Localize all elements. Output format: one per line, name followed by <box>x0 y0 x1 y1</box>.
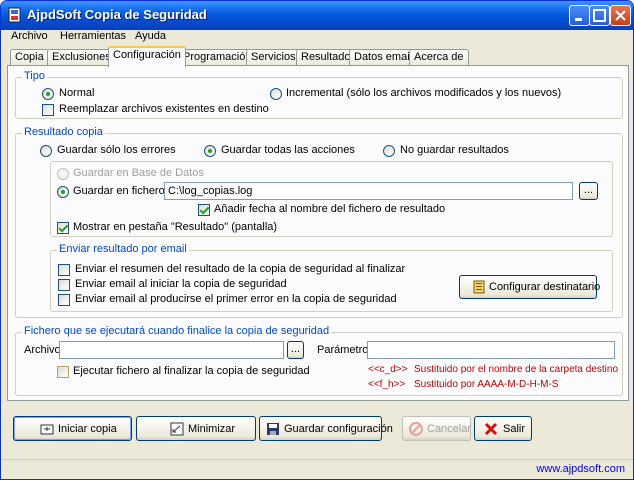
checkbox-ejecutar-fichero-label[interactable]: Ejecutar fichero al finalizar la copia d… <box>73 365 310 377</box>
salir-button[interactable]: Salir <box>474 416 532 441</box>
cancel-icon <box>409 421 423 436</box>
radio-no-guardar[interactable] <box>383 145 395 157</box>
checkbox-mostrar-resultado[interactable] <box>57 222 69 234</box>
title-bar[interactable]: AjpdSoft Copia de Seguridad <box>1 1 633 30</box>
tab-copia[interactable]: Copia <box>10 49 49 66</box>
radio-guardar-bd-label[interactable]: Guardar en Base de Datos <box>73 167 204 179</box>
window-title: AjpdSoft Copia de Seguridad <box>27 7 207 22</box>
salir-label: Salir <box>503 422 526 435</box>
save-disk-icon <box>267 422 279 435</box>
minimize-window-button[interactable] <box>569 5 590 26</box>
group-resultado-legend: Resultado copia <box>22 126 105 138</box>
checkbox-email-inicio-label[interactable]: Enviar email al iniciar la copia de segu… <box>75 278 287 290</box>
tab-configuracion[interactable]: Configuración <box>108 46 186 67</box>
maximize-icon <box>593 9 606 22</box>
close-icon <box>615 10 626 21</box>
exit-x-icon <box>484 422 498 435</box>
guardar-configuracion-label: Guardar configuración <box>284 422 393 435</box>
tab-programacion[interactable]: Programación <box>178 49 257 66</box>
group-tipo-legend: Tipo <box>22 70 47 82</box>
archivo-label: Archivo <box>24 344 61 356</box>
minimizar-label: Minimizar <box>188 422 236 435</box>
minimize-app-icon <box>170 422 184 435</box>
tab-exclusiones[interactable]: Exclusiones <box>47 49 116 66</box>
tab-acerca-de[interactable]: Acerca de <box>409 49 469 66</box>
checkbox-email-inicio[interactable] <box>58 279 70 291</box>
radio-no-guardar-label[interactable]: No guardar resultados <box>400 144 509 156</box>
hint-fh-text: Sustituido por AAAA-M-D-H-M-S <box>414 379 559 390</box>
close-window-button[interactable] <box>610 5 631 26</box>
checkbox-anadir-fecha-label[interactable]: Añadir fecha al nombre del fichero de re… <box>214 203 445 215</box>
log-file-path-input[interactable]: C:\log_copias.log <box>164 182 573 200</box>
config-panel: Tipo Normal Incremental (sólo los archiv… <box>7 65 629 401</box>
menu-archivo[interactable]: Archivo <box>11 30 48 42</box>
radio-guardar-errores-label[interactable]: Guardar sólo los errores <box>57 144 176 156</box>
minimize-icon <box>575 18 582 21</box>
group-resultado: Resultado copia Guardar sólo los errores… <box>15 126 623 318</box>
checkbox-reemplazar[interactable] <box>42 104 54 116</box>
tab-datos-email[interactable]: Datos email <box>349 49 418 66</box>
radio-guardar-errores[interactable] <box>40 145 52 157</box>
radio-normal-label[interactable]: Normal <box>59 87 94 99</box>
tab-servicios[interactable]: Servicios <box>246 49 301 66</box>
iniciar-copia-label: Iniciar copia <box>58 422 117 435</box>
guardar-configuracion-button[interactable]: Guardar configuración <box>259 416 393 441</box>
radio-normal[interactable] <box>42 88 54 100</box>
group-email-legend: Enviar resultado por email <box>57 243 189 255</box>
address-book-icon <box>473 280 485 294</box>
hint-cd-text: Sustituido por el nombre de la carpeta d… <box>414 364 619 375</box>
start-backup-icon <box>40 424 54 434</box>
menu-herramientas[interactable]: Herramientas <box>60 30 126 42</box>
archivo-input[interactable] <box>59 341 284 359</box>
group-fichero: Fichero que se ejecutará cuando finalice… <box>15 325 623 396</box>
checkbox-email-error[interactable] <box>58 294 70 306</box>
menu-ayuda[interactable]: Ayuda <box>135 30 166 42</box>
iniciar-copia-button[interactable]: Iniciar copia <box>13 416 132 441</box>
checkbox-email-resumen-label[interactable]: Enviar el resumen del resultado de la co… <box>75 263 405 275</box>
group-tipo: Tipo Normal Incremental (sólo los archiv… <box>15 70 623 119</box>
cancelar-button[interactable]: Cancelar <box>402 416 471 441</box>
group-fichero-legend: Fichero que se ejecutará cuando finalice… <box>22 325 332 337</box>
app-window: AjpdSoft Copia de Seguridad Archivo Herr… <box>0 0 634 480</box>
browse-archivo-button[interactable]: ... <box>287 341 304 359</box>
status-bar: www.ajpdsoft.com <box>1 459 633 479</box>
minimizar-button[interactable]: Minimizar <box>136 416 256 441</box>
radio-guardar-todas-label[interactable]: Guardar todas las acciones <box>221 144 355 156</box>
subgroup-email: Enviar resultado por email Enviar el res… <box>50 243 613 312</box>
radio-incremental-label[interactable]: Incremental (sólo los archivos modificad… <box>286 87 561 99</box>
hint-fh-key: <<f_h>> <box>368 379 406 390</box>
subgroup-save-target: Guardar en Base de Datos Guardar en fich… <box>50 161 613 237</box>
maximize-window-button[interactable] <box>589 5 610 26</box>
configurar-destinatario-label: Configurar destinatario <box>489 281 601 293</box>
parametros-label: Parámetros <box>317 344 374 356</box>
checkbox-email-error-label[interactable]: Enviar email al producirse el primer err… <box>75 293 397 305</box>
status-url-link[interactable]: www.ajpdsoft.com <box>536 463 625 475</box>
radio-guardar-bd[interactable] <box>57 168 69 180</box>
radio-incremental[interactable] <box>270 88 282 100</box>
parametros-input[interactable] <box>367 341 615 359</box>
radio-guardar-todas[interactable] <box>204 145 216 157</box>
checkbox-mostrar-resultado-label[interactable]: Mostrar en pestaña "Resultado" (pantalla… <box>73 221 277 233</box>
radio-guardar-fichero[interactable] <box>57 186 69 198</box>
hint-cd-key: <<c_d>> <box>368 364 408 375</box>
cancelar-label: Cancelar <box>427 422 472 435</box>
menu-bar: Archivo Herramientas Ayuda <box>1 30 633 45</box>
tab-strip: Copia Exclusiones Configuración Programa… <box>1 46 633 67</box>
checkbox-reemplazar-label[interactable]: Reemplazar archivos existentes en destin… <box>59 103 269 115</box>
checkbox-anadir-fecha[interactable] <box>198 204 210 216</box>
checkbox-ejecutar-fichero[interactable] <box>57 366 69 378</box>
checkbox-email-resumen[interactable] <box>58 264 70 276</box>
tab-resultado[interactable]: Resultado <box>296 49 356 66</box>
configurar-destinatario-button[interactable]: Configurar destinatario <box>459 275 601 299</box>
browse-log-button[interactable]: ... <box>579 182 598 200</box>
app-icon <box>8 7 21 23</box>
